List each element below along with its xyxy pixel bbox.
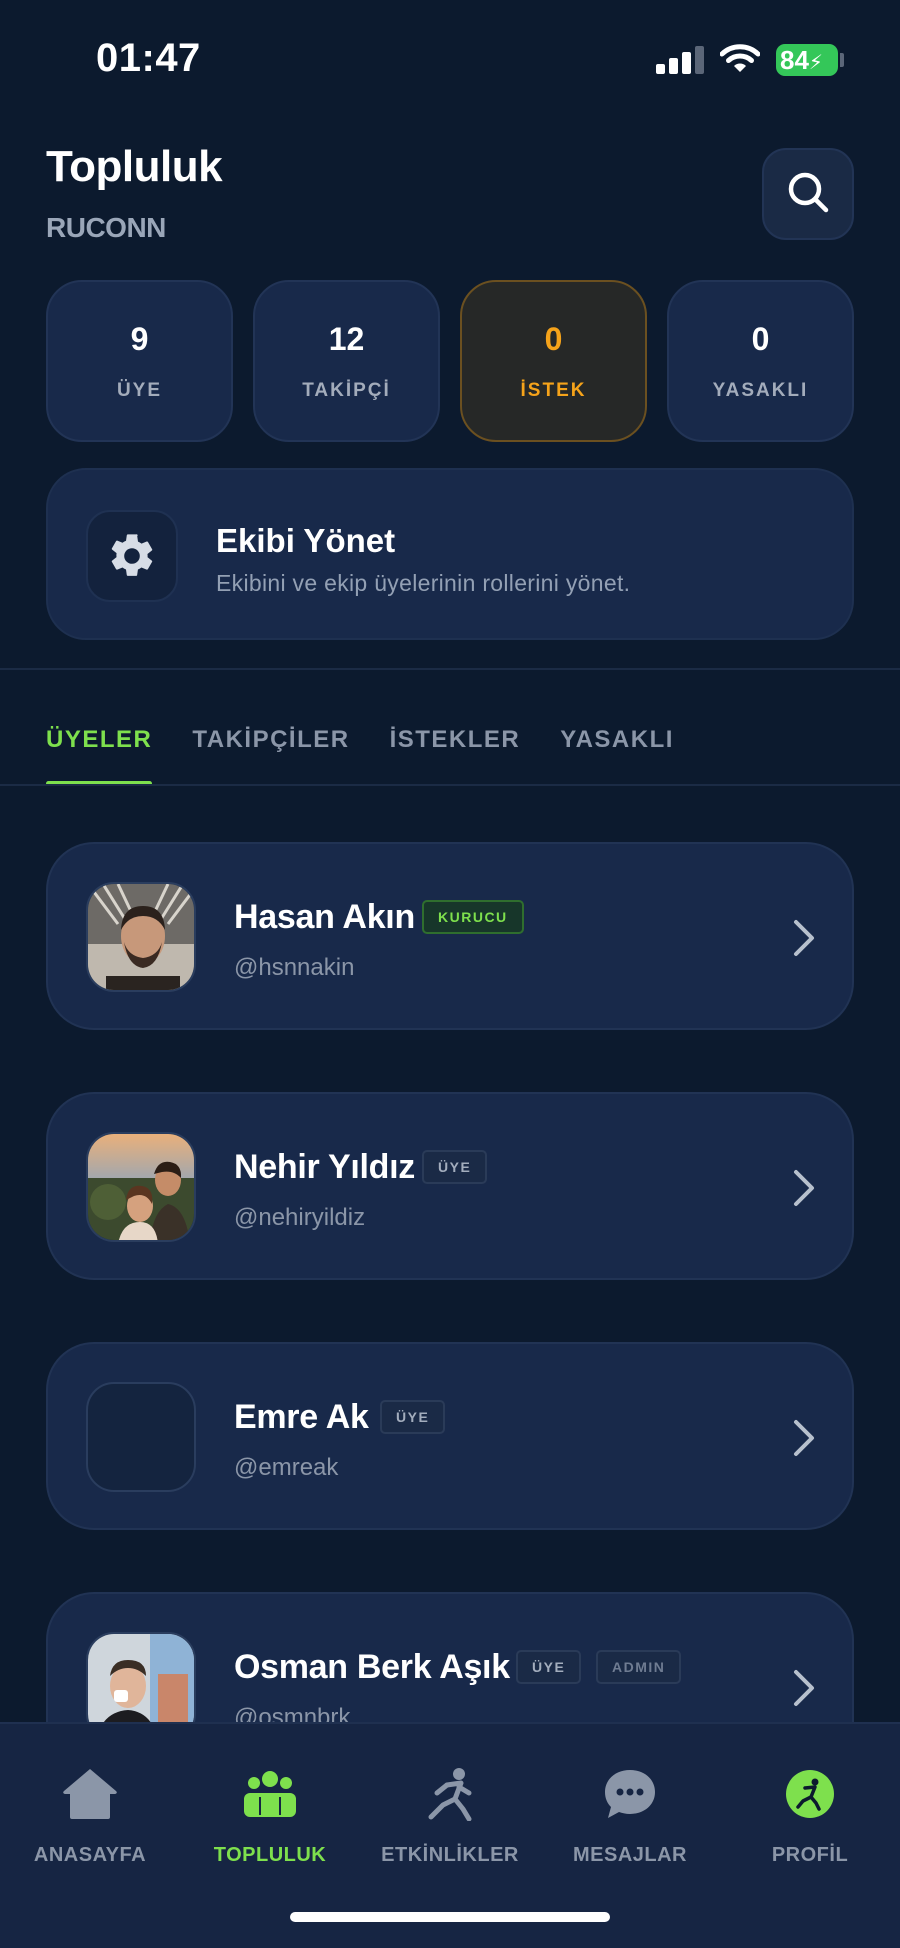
manage-team-title: Ekibi Yönet (216, 522, 396, 559)
stats-row: 9 ÜYE 12 TAKİPÇİ 0 İSTEK 0 YASAKLI (46, 280, 854, 442)
member-handle: @osmnbrk (234, 1704, 351, 1722)
role-badge-founder: KURUCU (422, 900, 524, 934)
member-name: Hasan Akın (234, 898, 415, 936)
member-handle: @emreak (234, 1454, 339, 1481)
nav-events[interactable]: ETKİNLİKLER (360, 1764, 540, 1867)
wifi-icon (719, 42, 761, 74)
chevron-right-icon (794, 920, 814, 956)
role-badge-member: ÜYE (422, 1150, 488, 1184)
stat-label: TAKİPÇİ (302, 379, 391, 401)
nav-label: PROFİL (771, 1844, 849, 1866)
stat-members[interactable]: 9 ÜYE (46, 280, 233, 442)
chevron-right-icon (794, 1170, 814, 1206)
stat-label: ÜYE (116, 379, 163, 401)
nav-home[interactable]: ANASAYFA (0, 1764, 180, 1867)
gear-icon (86, 510, 178, 602)
member-name: Osman Berk Aşık (234, 1648, 510, 1686)
member-card[interactable]: Hasan Akın KURUCU @hsnnakin (46, 842, 854, 1030)
status-time: 01:47 (96, 36, 201, 80)
community-icon (240, 1764, 300, 1824)
status-bar: 01:47 84⚡ (0, 0, 900, 120)
home-icon (60, 1764, 120, 1824)
nav-label: ANASAYFA (33, 1844, 147, 1866)
nav-label: TOPLULUK (213, 1844, 327, 1866)
battery-icon: 84⚡ (776, 44, 838, 76)
nav-messages[interactable]: MESAJLAR (540, 1764, 720, 1867)
stat-label: YASAKLI (712, 379, 809, 401)
divider (0, 668, 900, 670)
member-name: Emre Ak (234, 1398, 369, 1436)
stat-requests[interactable]: 0 İSTEK (460, 280, 647, 442)
divider (0, 784, 900, 786)
tab-followers[interactable]: TAKİPÇİLER (192, 726, 349, 784)
running-icon (420, 1764, 480, 1824)
role-badge-member: ÜYE (516, 1650, 582, 1684)
nav-community[interactable]: TOPLULUK (180, 1764, 360, 1867)
search-button[interactable] (762, 148, 854, 240)
member-card[interactable]: Osman Berk Aşık ÜYE ADMIN @osmnbrk (46, 1592, 854, 1722)
stat-value: 12 (328, 320, 365, 357)
tab-requests[interactable]: İSTEKLER (390, 726, 521, 784)
member-card[interactable]: Nehir Yıldız ÜYE @nehiryildiz (46, 1092, 854, 1280)
manage-team-description: Ekibini ve ekip üyelerinin rollerini yön… (216, 570, 631, 596)
stat-value: 0 (751, 320, 770, 357)
role-badge-admin: ADMIN (596, 1650, 682, 1684)
member-handle: @hsnnakin (234, 954, 355, 981)
nav-label: MESAJLAR (572, 1844, 687, 1866)
avatar (86, 1632, 196, 1722)
nav-label: ETKİNLİKLER (381, 1844, 519, 1866)
avatar (86, 1132, 196, 1242)
profile-icon (780, 1764, 840, 1824)
member-list: Hasan Akın KURUCU @hsnnakin Nehir Yıldız… (46, 842, 854, 1722)
tab-bar: ÜYELER TAKİPÇİLER İSTEKLER YASAKLI (46, 726, 674, 786)
tab-banned[interactable]: YASAKLI (560, 726, 674, 784)
tab-members[interactable]: ÜYELER (46, 726, 153, 786)
member-name: Nehir Yıldız (234, 1148, 415, 1186)
nav-profile[interactable]: PROFİL (720, 1764, 900, 1867)
stat-value: 0 (544, 320, 563, 357)
stat-banned[interactable]: 0 YASAKLI (667, 280, 854, 442)
home-indicator (290, 1912, 610, 1922)
chevron-right-icon (794, 1670, 814, 1706)
avatar (86, 882, 196, 992)
battery-cap (840, 53, 844, 67)
cellular-signal-icon (656, 46, 704, 74)
manage-team-card[interactable]: Ekibi Yönet Ekibini ve ekip üyelerinin r… (46, 468, 854, 640)
search-icon (784, 168, 832, 221)
stat-followers[interactable]: 12 TAKİPÇİ (253, 280, 440, 442)
role-badge-member: ÜYE (380, 1400, 446, 1434)
avatar-placeholder (86, 1382, 196, 1492)
chat-icon (600, 1764, 660, 1824)
member-card[interactable]: Emre Ak ÜYE @emreak (46, 1342, 854, 1530)
member-handle: @nehiryildiz (234, 1204, 366, 1231)
page-subtitle: RUCONN (46, 212, 166, 243)
battery-level: 84 (780, 45, 809, 75)
chevron-right-icon (794, 1420, 814, 1456)
page-title: Topluluk (46, 142, 223, 191)
stat-value: 9 (130, 320, 149, 357)
stat-label: İSTEK (520, 379, 587, 401)
